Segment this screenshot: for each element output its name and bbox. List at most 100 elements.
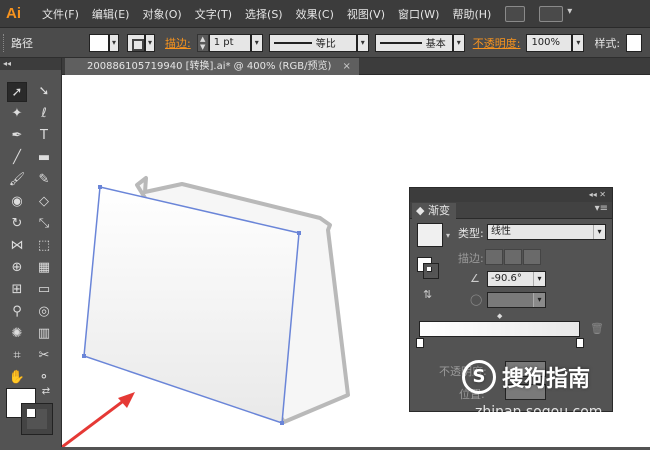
magic-wand-tool-icon[interactable]: ✦ bbox=[7, 104, 27, 124]
gradient-stop-left[interactable] bbox=[416, 338, 424, 348]
blob-brush-tool-icon[interactable]: ◉ bbox=[7, 192, 27, 212]
brush-dropdown[interactable]: ▾ bbox=[452, 33, 465, 52]
fill-swatch[interactable] bbox=[89, 33, 109, 52]
menu-file[interactable]: 文件(F) bbox=[42, 6, 79, 22]
menu-select[interactable]: 选择(S) bbox=[245, 6, 283, 22]
menu-object[interactable]: 对象(O) bbox=[142, 6, 181, 22]
blend-tool-icon[interactable]: ◎ bbox=[34, 302, 54, 322]
gradient-midpoint-icon[interactable]: ◆ bbox=[497, 312, 502, 320]
gradient-panel-titlebar[interactable]: ◂◂ ✕ bbox=[410, 188, 612, 202]
stroke-gradient-along-button[interactable] bbox=[504, 249, 522, 265]
menu-effect[interactable]: 效果(C) bbox=[296, 6, 334, 22]
arrange-documents-button[interactable] bbox=[539, 5, 572, 22]
panel-menu-icon[interactable]: ▾≡ bbox=[595, 203, 608, 214]
artboard-tool-icon[interactable]: ⌗ bbox=[7, 346, 27, 366]
gradient-slider[interactable] bbox=[419, 321, 580, 337]
opacity-field[interactable]: 100% bbox=[526, 33, 573, 52]
gradient-tool-icon[interactable]: ▭ bbox=[34, 280, 54, 300]
gradient-type-select[interactable]: 线性 ▾ bbox=[487, 224, 606, 240]
pen-tool-icon[interactable]: ✒ bbox=[7, 126, 27, 146]
chevron-down-icon: ▾ bbox=[533, 272, 545, 286]
hand-tool-icon[interactable]: ✋ bbox=[7, 368, 27, 388]
annotation-arrow-head bbox=[118, 392, 135, 408]
menu-edit[interactable]: 编辑(E) bbox=[92, 6, 130, 22]
paintbrush-tool-icon[interactable]: 🖌 bbox=[7, 170, 27, 190]
gradient-angle-value: -90.6° bbox=[491, 273, 522, 284]
stroke-gradient-within-button[interactable] bbox=[485, 249, 503, 265]
gradient-tab-label: 渐变 bbox=[427, 204, 450, 217]
eraser-tool-icon[interactable]: ◇ bbox=[34, 192, 54, 212]
stroke-gradient-across-button[interactable] bbox=[523, 249, 541, 265]
rotate-tool-icon[interactable]: ↻ bbox=[7, 214, 27, 234]
control-bar: 路径 ▾ ▾ 描边: ▲ ▼ 1 pt ▾ 等比 ▾ 基本 ▾ 不透明度: 100… bbox=[0, 28, 650, 58]
trash-icon[interactable]: 🗑 bbox=[590, 322, 604, 335]
anchor-point[interactable] bbox=[297, 231, 301, 235]
brush-definition[interactable]: 基本 bbox=[374, 33, 453, 52]
slice-tool-icon[interactable]: ✂ bbox=[34, 346, 54, 366]
document-tab[interactable]: 200886105719940 [转换].ai* @ 400% (RGB/预览)… bbox=[65, 58, 359, 75]
variable-width-profile[interactable]: 等比 bbox=[268, 33, 357, 52]
stroke-weight-stepper[interactable]: ▲ ▼ bbox=[196, 33, 209, 52]
eyedropper-tool-icon[interactable]: ⚲ bbox=[7, 302, 27, 322]
sogou-logo-icon: S bbox=[462, 360, 496, 394]
gradient-stroke-swatch[interactable] bbox=[423, 263, 439, 279]
menu-window[interactable]: 窗口(W) bbox=[398, 6, 439, 22]
stroke-gradient-buttons bbox=[485, 249, 542, 265]
perspective-grid-tool-icon[interactable]: ▦ bbox=[34, 258, 54, 278]
gradient-angle-field[interactable]: -90.6° ▾ bbox=[487, 271, 546, 287]
pencil-tool-icon[interactable]: ✎ bbox=[34, 170, 54, 190]
graphic-style-swatch[interactable] bbox=[626, 33, 643, 52]
profile-label: 等比 bbox=[315, 39, 336, 50]
gradient-stop-right[interactable] bbox=[576, 338, 584, 348]
gradient-type-value: 线性 bbox=[491, 226, 511, 237]
anchor-point[interactable] bbox=[98, 185, 102, 189]
symbol-sprayer-tool-icon[interactable]: ✺ bbox=[7, 324, 27, 344]
tools-panel-header[interactable]: ◂◂ bbox=[0, 58, 61, 70]
column-graph-tool-icon[interactable]: ▥ bbox=[34, 324, 54, 344]
type-tool-icon[interactable]: T bbox=[34, 126, 54, 146]
gradient-aspect-ratio-field[interactable]: ▾ bbox=[487, 292, 546, 308]
lasso-tool-icon[interactable]: ℓ bbox=[34, 104, 54, 124]
zoom-tool-icon[interactable]: ⚬ bbox=[34, 368, 54, 388]
style-label: 样式: bbox=[594, 36, 621, 50]
menu-help[interactable]: 帮助(H) bbox=[452, 6, 491, 22]
chevron-down-icon: ▾ bbox=[593, 225, 605, 239]
menu-type[interactable]: 文字(T) bbox=[195, 6, 232, 22]
close-tab-icon[interactable]: × bbox=[343, 61, 351, 72]
width-tool-icon[interactable]: ⋈ bbox=[7, 236, 27, 256]
opacity-label[interactable]: 不透明度: bbox=[473, 35, 521, 51]
menu-bar: Ai 文件(F) 编辑(E) 对象(O) 文字(T) 选择(S) 效果(C) 视… bbox=[0, 0, 650, 28]
fill-dropdown[interactable]: ▾ bbox=[109, 33, 119, 52]
menu-view[interactable]: 视图(V) bbox=[347, 6, 385, 22]
anchor-point[interactable] bbox=[280, 421, 284, 425]
shape-builder-tool-icon[interactable]: ⊕ bbox=[7, 258, 27, 278]
stroke-swatch[interactable] bbox=[127, 33, 145, 52]
control-bar-grip[interactable] bbox=[3, 33, 7, 52]
mesh-tool-icon[interactable]: ⊞ bbox=[7, 280, 27, 300]
selection-tool-icon[interactable]: ➚ bbox=[7, 82, 27, 102]
brush-label: 基本 bbox=[425, 39, 446, 50]
stroke-weight-field[interactable]: 1 pt bbox=[208, 33, 251, 52]
stroke-dropdown[interactable]: ▾ bbox=[145, 33, 155, 52]
direct-selection-tool-icon[interactable]: ➘ bbox=[34, 82, 54, 102]
stroke-weight-dropdown[interactable]: ▾ bbox=[250, 33, 263, 52]
tab-gradient[interactable]: ◆ 渐变 bbox=[412, 203, 456, 219]
rectangle-tool-icon[interactable]: ▬ bbox=[34, 148, 54, 168]
stroke-label[interactable]: 描边: bbox=[165, 35, 191, 51]
app-logo: Ai bbox=[6, 4, 21, 22]
line-tool-icon[interactable]: ╱ bbox=[7, 148, 27, 168]
reverse-gradient-icon[interactable]: ⇅ bbox=[423, 288, 432, 301]
watermark-url: zhinan.sogou.com bbox=[475, 404, 603, 420]
opacity-dropdown[interactable]: ▾ bbox=[572, 33, 585, 52]
angle-icon: ∠ bbox=[470, 272, 480, 285]
gradient-preview-swatch[interactable] bbox=[417, 223, 443, 247]
gradient-preview-dropdown-icon[interactable]: ▾ bbox=[446, 231, 450, 240]
profile-dropdown[interactable]: ▾ bbox=[356, 33, 369, 52]
scale-tool-icon[interactable]: ⤡ bbox=[34, 214, 54, 234]
stroke-color-swatch[interactable] bbox=[21, 403, 53, 435]
anchor-point[interactable] bbox=[82, 354, 86, 358]
free-transform-tool-icon[interactable]: ⬚ bbox=[34, 236, 54, 256]
bridge-button[interactable] bbox=[505, 5, 526, 22]
swap-fill-stroke-icon[interactable]: ⇄ bbox=[40, 386, 52, 398]
gradient-type-label: 类型: bbox=[458, 227, 484, 240]
